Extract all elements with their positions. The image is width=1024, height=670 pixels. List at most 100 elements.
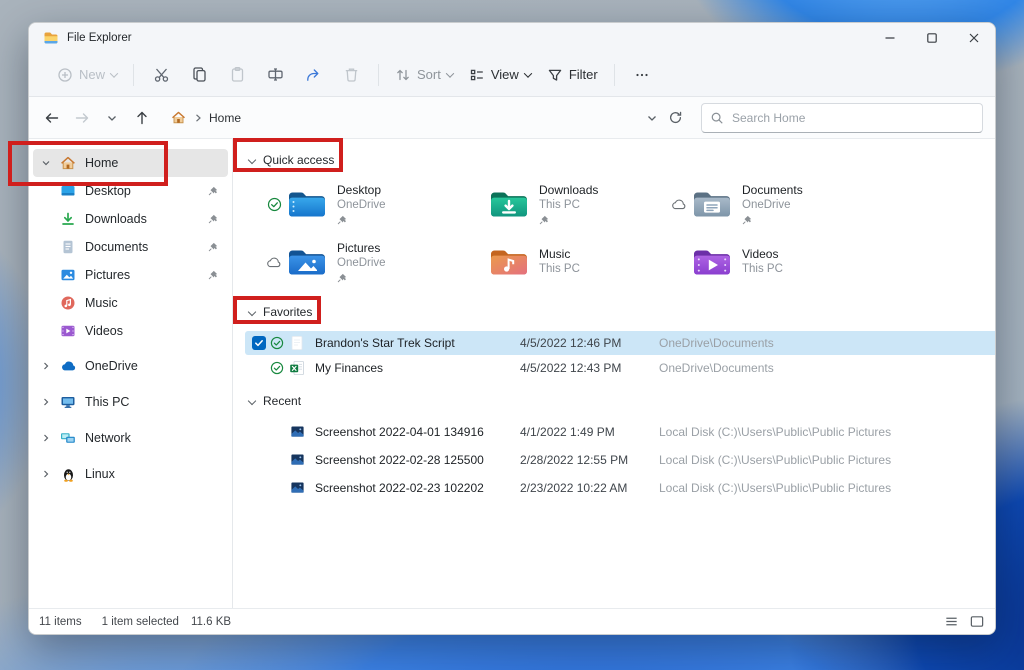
breadcrumb[interactable]: Home xyxy=(163,103,691,133)
more-options-button[interactable] xyxy=(623,59,661,91)
up-arrow-icon xyxy=(134,110,150,126)
back-button[interactable] xyxy=(37,103,67,133)
file-path: OneDrive\Documents xyxy=(659,361,995,375)
file-name: Brandon's Star Trek Script xyxy=(315,336,520,350)
desktop-icon xyxy=(59,182,77,200)
titlebar[interactable]: File Explorer xyxy=(29,23,995,53)
close-icon xyxy=(968,32,980,44)
sidebar-item-desktop[interactable]: Desktop xyxy=(33,177,228,205)
desktop-folder-icon xyxy=(287,188,327,220)
cut-button[interactable] xyxy=(142,59,180,91)
refresh-icon[interactable] xyxy=(668,110,683,125)
sync-ok-icon xyxy=(269,361,285,375)
sidebar-item-downloads[interactable]: Downloads xyxy=(33,205,228,233)
sidebar-item-linux[interactable]: Linux xyxy=(33,459,228,489)
sidebar-item-videos[interactable]: Videos xyxy=(33,317,228,345)
expand-chevron-icon[interactable] xyxy=(33,469,59,479)
image-file-icon xyxy=(287,452,307,467)
row-checkbox[interactable] xyxy=(251,336,267,350)
section-label: Quick access xyxy=(263,153,334,167)
tile-location: This PC xyxy=(539,262,580,276)
file-row-screenshot-2022-02-28[interactable]: Screenshot 2022-02-28 125500 2/28/2022 1… xyxy=(245,446,995,473)
sidebar-item-pictures[interactable]: Pictures xyxy=(33,261,228,289)
downloads-icon xyxy=(59,210,77,228)
file-date: 2/28/2022 12:55 PM xyxy=(520,453,659,467)
more-icon xyxy=(634,67,650,83)
file-date: 4/1/2022 1:49 PM xyxy=(520,425,659,439)
sidebar-item-label: Home xyxy=(85,156,118,170)
sidebar-item-documents[interactable]: Documents xyxy=(33,233,228,261)
quick-access-tile-videos[interactable]: Videos This PC xyxy=(666,233,995,291)
pictures-folder-icon xyxy=(287,246,327,278)
sidebar-item-music[interactable]: Music xyxy=(33,289,228,317)
quick-access-grid: Desktop OneDrive xyxy=(233,175,995,291)
tile-name: Desktop xyxy=(337,183,386,198)
maximize-button[interactable] xyxy=(911,23,953,53)
delete-button[interactable] xyxy=(332,59,370,91)
image-file-icon xyxy=(287,424,307,439)
rename-button[interactable] xyxy=(256,59,294,91)
copy-button[interactable] xyxy=(180,59,218,91)
file-list-pane: Quick access Desktop OneDrive xyxy=(233,139,995,608)
large-icons-view-toggle[interactable] xyxy=(969,614,985,629)
sidebar-item-label: Desktop xyxy=(85,184,131,198)
new-button[interactable]: New xyxy=(49,61,125,89)
breadcrumb-item-home[interactable]: Home xyxy=(209,111,241,125)
view-button[interactable]: View xyxy=(461,61,539,89)
search-box[interactable] xyxy=(701,103,983,133)
collapse-chevron-icon[interactable] xyxy=(33,158,59,168)
file-name: Screenshot 2022-02-23 102202 xyxy=(315,481,520,495)
section-header-quick-access[interactable]: Quick access xyxy=(233,147,995,173)
address-dropdown-icon[interactable] xyxy=(646,112,658,124)
tile-location: OneDrive xyxy=(742,198,803,212)
sidebar-item-home[interactable]: Home xyxy=(33,149,228,177)
share-button[interactable] xyxy=(294,59,332,91)
section-header-recent[interactable]: Recent xyxy=(233,388,995,414)
recent-locations-button[interactable] xyxy=(97,103,127,133)
file-row-screenshot-2022-04-01[interactable]: Screenshot 2022-04-01 134916 4/1/2022 1:… xyxy=(245,418,995,445)
chevron-down-icon xyxy=(248,397,256,405)
up-button[interactable] xyxy=(127,103,157,133)
details-view-toggle[interactable] xyxy=(944,614,959,629)
file-name: My Finances xyxy=(315,361,520,375)
sync-ok-icon xyxy=(269,336,285,350)
documents-icon xyxy=(59,238,77,256)
paste-button[interactable] xyxy=(218,59,256,91)
file-row-screenshot-2022-02-23[interactable]: Screenshot 2022-02-23 102202 2/23/2022 1… xyxy=(245,474,995,501)
section-label: Favorites xyxy=(263,305,312,319)
forward-button[interactable] xyxy=(67,103,97,133)
sidebar-item-label: Videos xyxy=(85,324,123,338)
filter-button[interactable]: Filter xyxy=(539,61,606,89)
search-icon xyxy=(710,111,724,125)
file-row-my-finances[interactable]: My Finances 4/5/2022 12:43 PM OneDrive\D… xyxy=(245,356,995,380)
expand-chevron-icon[interactable] xyxy=(33,397,59,407)
sort-button[interactable]: Sort xyxy=(387,61,461,89)
quick-access-tile-downloads[interactable]: Downloads This PC xyxy=(463,175,666,233)
paste-icon xyxy=(229,66,246,83)
quick-access-tile-pictures[interactable]: Pictures OneDrive xyxy=(261,233,463,291)
tile-name: Downloads xyxy=(539,183,598,198)
search-input[interactable] xyxy=(732,111,974,125)
sidebar-item-label: OneDrive xyxy=(85,359,138,373)
sidebar-item-this-pc[interactable]: This PC xyxy=(33,387,228,417)
pin-icon xyxy=(208,242,218,252)
quick-access-tile-music[interactable]: Music This PC xyxy=(463,233,666,291)
chevron-down-icon xyxy=(524,69,532,77)
document-file-icon xyxy=(287,335,307,351)
close-button[interactable] xyxy=(953,23,995,53)
file-row-brandons-star-trek-script[interactable]: Brandon's Star Trek Script 4/5/2022 12:4… xyxy=(245,331,995,355)
address-bar-row: Home xyxy=(29,97,995,139)
sidebar-item-network[interactable]: Network xyxy=(33,423,228,453)
expand-chevron-icon[interactable] xyxy=(33,361,59,371)
expand-chevron-icon[interactable] xyxy=(33,433,59,443)
tile-location: OneDrive xyxy=(337,198,386,212)
minimize-button[interactable] xyxy=(869,23,911,53)
quick-access-tile-documents[interactable]: Documents OneDrive xyxy=(666,175,995,233)
quick-access-tile-desktop[interactable]: Desktop OneDrive xyxy=(261,175,463,233)
section-header-favorites[interactable]: Favorites xyxy=(233,299,995,325)
sync-cloud-icon xyxy=(666,198,692,210)
forward-arrow-icon xyxy=(74,110,90,126)
documents-folder-icon xyxy=(692,188,732,220)
tile-location: OneDrive xyxy=(337,256,386,270)
sidebar-item-onedrive[interactable]: OneDrive xyxy=(33,351,228,381)
